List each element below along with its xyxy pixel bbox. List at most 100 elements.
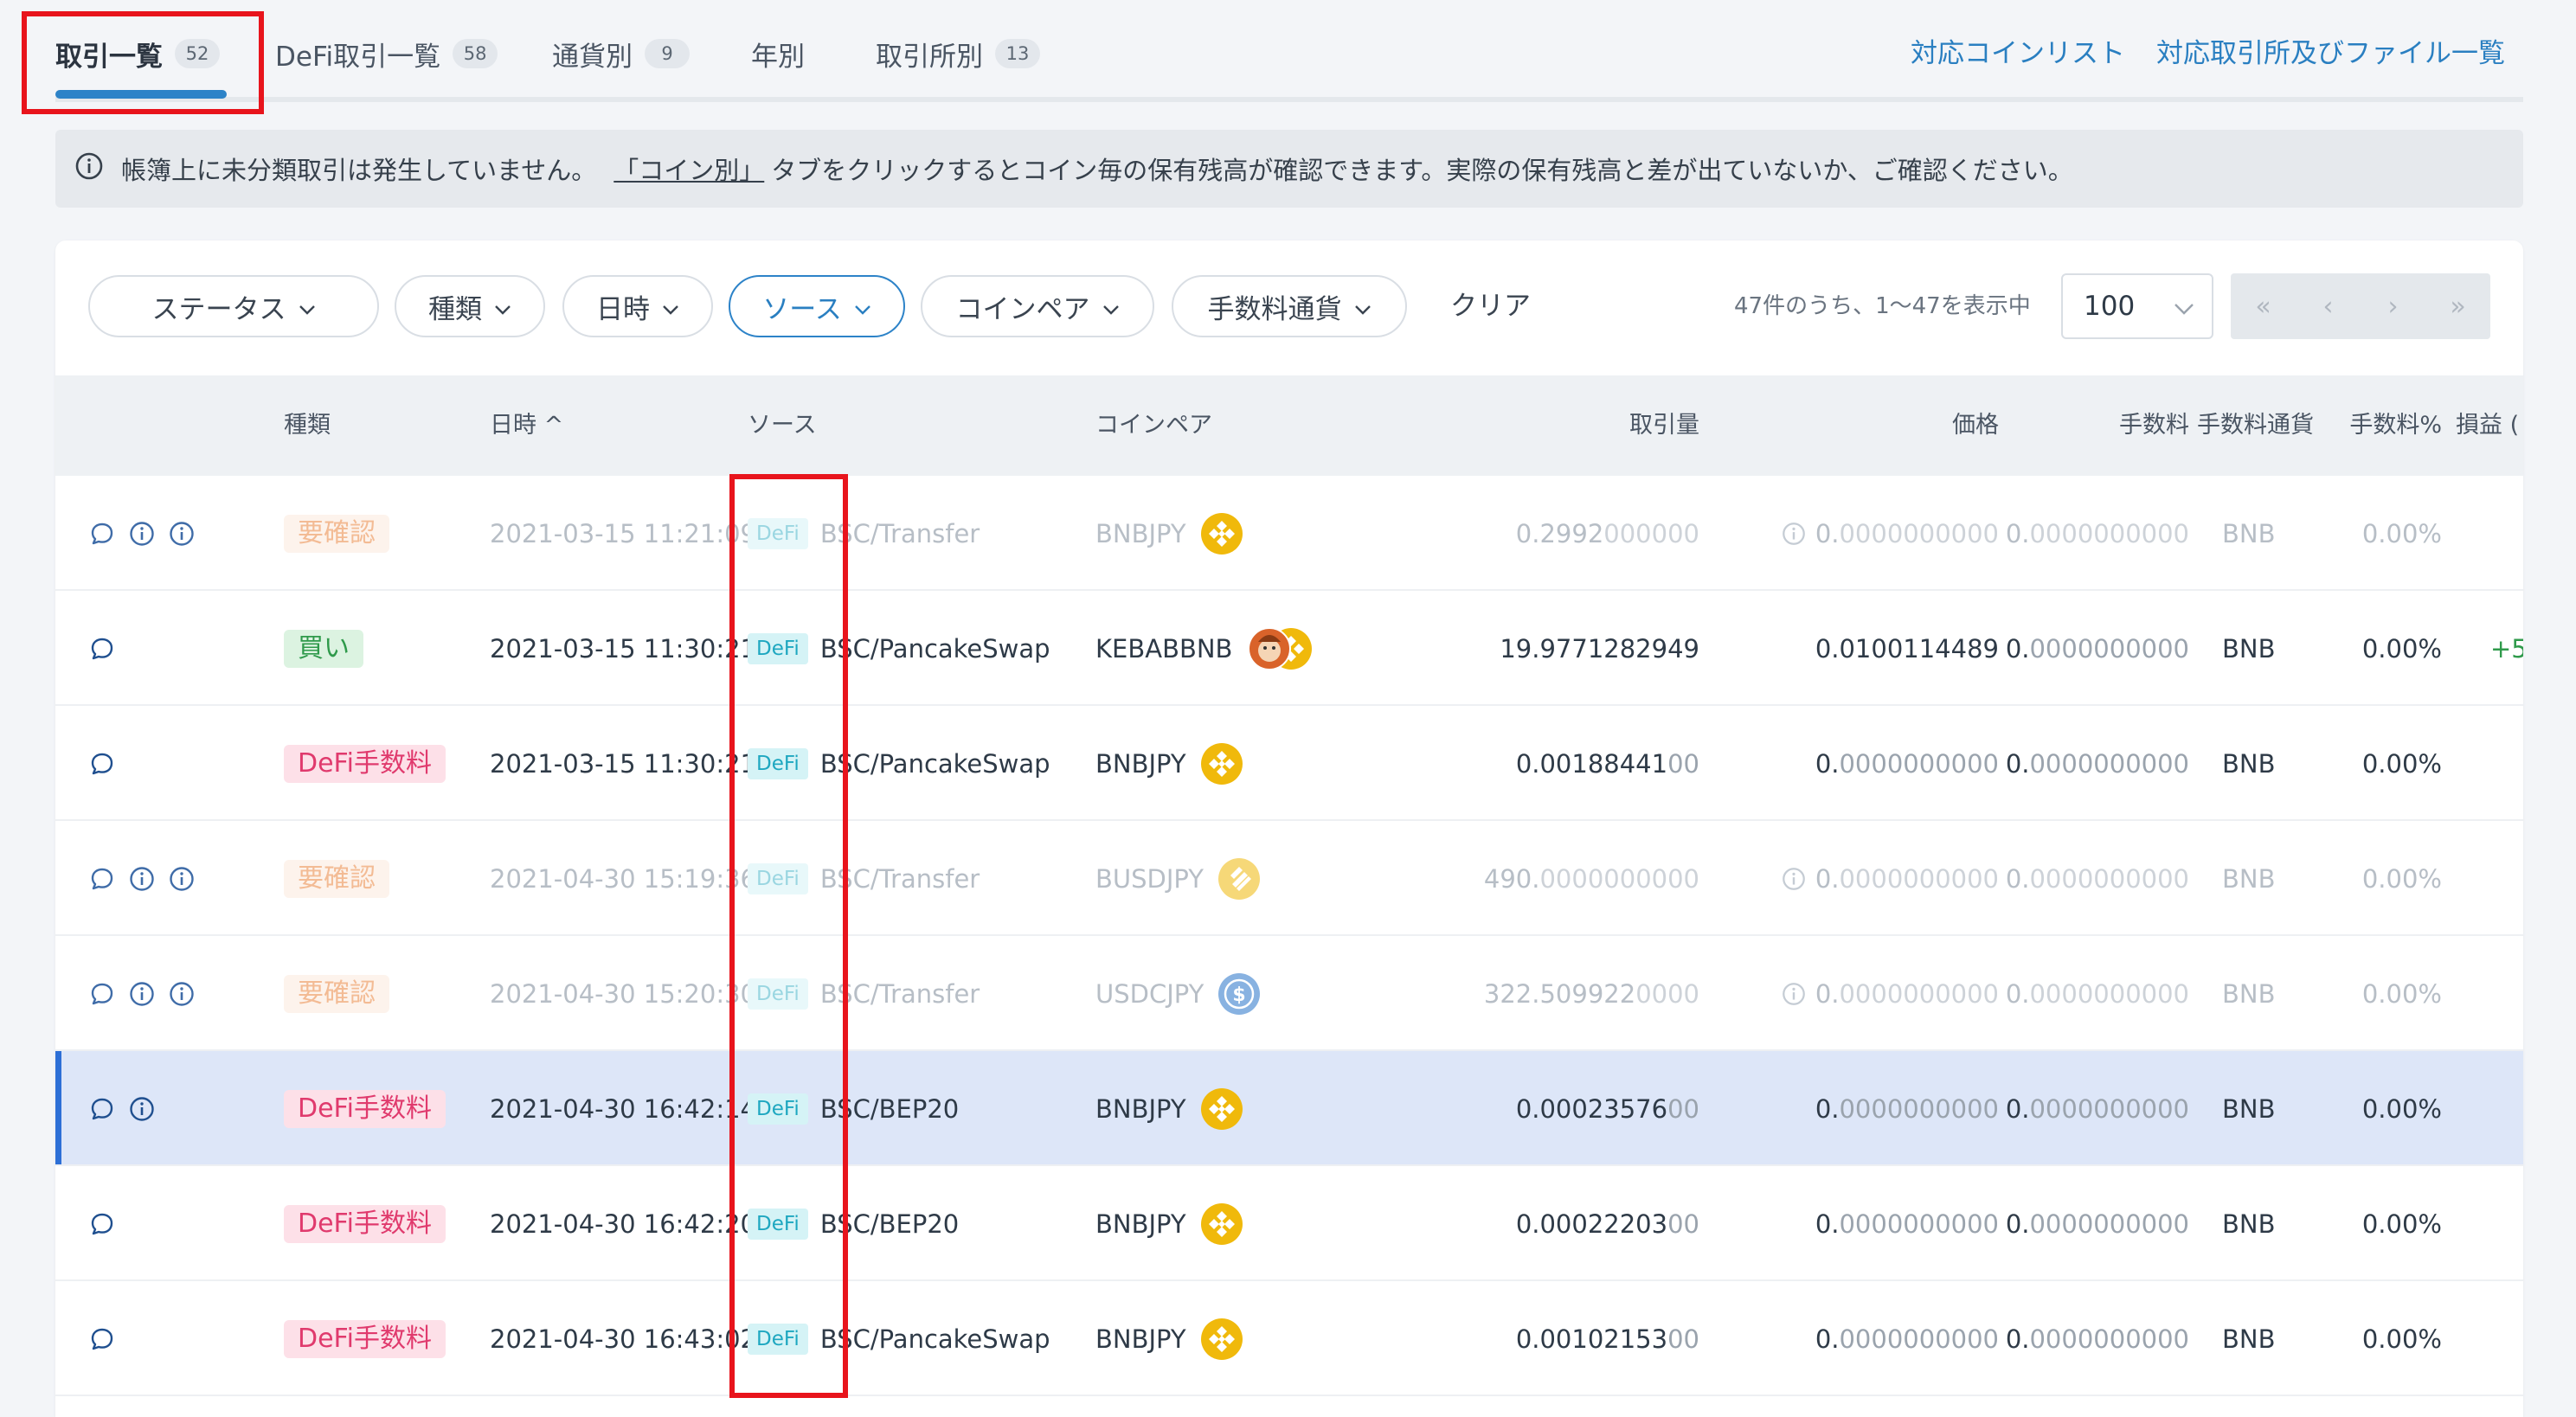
tab-count-badge: 52	[175, 39, 220, 68]
table-row-selected[interactable]: DeFi手数料 2021-04-30 16:42:14 DeFi BSC/BEP…	[55, 1051, 2523, 1166]
comment-icon[interactable]	[88, 1325, 116, 1353]
fee-currency-filter[interactable]: 手数料通貨	[1172, 275, 1407, 337]
bnb-coin-icon	[1200, 1202, 1243, 1246]
info-icon[interactable]	[128, 520, 156, 548]
type-filter[interactable]: 種類	[395, 275, 545, 337]
clear-filters-button[interactable]: クリア	[1450, 275, 1531, 337]
tab-label: 取引所別	[876, 41, 983, 73]
row-actions	[88, 821, 196, 936]
pair-text: BNBJPY	[1095, 1324, 1186, 1354]
amount-digits: 0.00188441	[1515, 748, 1668, 779]
row-datetime: 2021-03-15 11:30:21	[490, 748, 756, 779]
row-actions	[88, 936, 196, 1051]
price-trailing-zeros: 0000000000	[1839, 1093, 1999, 1124]
table-row[interactable]: 買い 2021-03-15 11:30:21 DeFi BSC/PancakeS…	[55, 591, 2523, 706]
bnb-coin-icon	[1200, 1318, 1243, 1361]
tab-transactions[interactable]: 取引一覧 52	[55, 31, 220, 76]
comment-icon[interactable]	[88, 1095, 116, 1123]
tab-by-year[interactable]: 年別	[751, 31, 805, 76]
price-digits: 0.0100114489	[1815, 633, 1999, 664]
row-type: 要確認	[284, 936, 389, 1051]
row-datetime: 2021-03-15 11:30:21	[490, 633, 756, 664]
comment-icon[interactable]	[88, 520, 116, 548]
source-filter[interactable]: ソース	[729, 275, 905, 337]
source-text: BSC/Transfer	[819, 863, 980, 894]
tab-by-currency[interactable]: 通貨別 9	[552, 31, 690, 76]
tab-by-exchange[interactable]: 取引所別 13	[876, 31, 1040, 76]
row-fee: 0. 0000000000	[2006, 1281, 2189, 1396]
col-fee-currency[interactable]: 手数料通貨	[2167, 375, 2314, 476]
fee-trailing-zeros: 0000000000	[2029, 1209, 2189, 1239]
info-icon[interactable]	[168, 865, 196, 893]
price-info-icon[interactable]	[1781, 521, 1807, 547]
last-page-button[interactable]: »	[2425, 273, 2490, 339]
active-tab-indicator	[55, 90, 227, 99]
price-info-icon[interactable]	[1781, 866, 1807, 892]
row-type: 要確認	[284, 821, 389, 936]
row-actions	[88, 706, 116, 821]
col-amount[interactable]: 取引量	[1544, 375, 1699, 476]
fee-digits: 0.	[2005, 1093, 2030, 1124]
row-coinpair: BNBJPY	[1095, 1051, 1243, 1166]
table-row[interactable]: 要確認 2021-04-30 15:20:30 DeFi BSC/Transfe…	[55, 936, 2523, 1051]
comment-icon[interactable]	[88, 1210, 116, 1238]
price-digits: 0.	[1815, 1209, 1840, 1239]
col-coinpair[interactable]: コインペア	[1095, 375, 1212, 476]
info-icon[interactable]	[128, 980, 156, 1008]
info-icon[interactable]	[128, 1095, 156, 1123]
pair-text: BNBJPY	[1095, 1093, 1186, 1124]
amount-digits: 0.00023576	[1515, 1093, 1668, 1124]
fee-trailing-zeros: 0000000000	[2029, 1093, 2189, 1124]
supported-coin-list-link[interactable]: 対応コインリスト	[1911, 31, 2125, 76]
coin-tab-link[interactable]: 「コイン別」	[613, 151, 764, 187]
row-type: DeFi手数料	[284, 1166, 446, 1281]
row-price: 0. 0000000000	[1717, 706, 1999, 821]
chevron-down-icon	[662, 291, 679, 322]
table-row[interactable]: DeFi手数料 2021-04-30 16:43:02 DeFi BSC/Pan…	[55, 1281, 2523, 1396]
status-filter[interactable]: ステータス	[88, 275, 379, 337]
col-type[interactable]: 種類	[284, 375, 331, 476]
amount-trailing-zeros: 00	[1667, 1324, 1699, 1354]
chevron-down-icon	[854, 291, 871, 322]
col-source[interactable]: ソース	[748, 375, 817, 476]
row-datetime: 2021-03-15 11:21:09	[490, 518, 756, 548]
tab-count-badge: 13	[995, 39, 1040, 68]
supported-exchange-file-list-link[interactable]: 対応取引所及びファイル一覧	[2156, 31, 2505, 76]
coinpair-filter[interactable]: コインペア	[921, 275, 1154, 337]
fee-digits: 0.	[2005, 518, 2030, 548]
per-page-select[interactable]: 100	[2061, 273, 2213, 339]
comment-icon[interactable]	[88, 865, 116, 893]
comment-icon[interactable]	[88, 635, 116, 663]
pagination-controls: « ‹ › »	[2231, 273, 2490, 339]
col-fee-pct[interactable]: 手数料%	[2324, 375, 2442, 476]
info-icon[interactable]	[128, 865, 156, 893]
first-page-button[interactable]: «	[2231, 273, 2296, 339]
info-icon[interactable]	[168, 520, 196, 548]
col-pl[interactable]: 損益 (	[2456, 375, 2519, 476]
price-trailing-zeros: 0000000000	[1839, 518, 1999, 548]
table-row[interactable]: DeFi手数料 2021-04-30 16:42:20 DeFi BSC/BEP…	[55, 1166, 2523, 1281]
notice-text: 帳簿上に未分類取引は発生していません。	[121, 156, 597, 185]
prev-page-button[interactable]: ‹	[2296, 273, 2361, 339]
comment-icon[interactable]	[88, 750, 116, 778]
price-info-icon[interactable]	[1781, 981, 1807, 1007]
info-icon[interactable]	[168, 980, 196, 1008]
row-type: 要確認	[284, 476, 389, 591]
table-row[interactable]: 要確認 2021-03-15 11:21:09 DeFi BSC/Transfe…	[55, 476, 2523, 591]
comment-icon[interactable]	[88, 980, 116, 1008]
next-page-button[interactable]: ›	[2361, 273, 2425, 339]
row-datetime: 2021-04-30 16:42:14	[490, 1093, 756, 1124]
row-datetime: 2021-04-30 16:43:02	[490, 1324, 756, 1354]
tab-defi-transactions[interactable]: DeFi取引一覧 58	[275, 31, 498, 76]
chevron-down-icon	[299, 291, 316, 322]
source-text: BSC/BEP20	[819, 1209, 960, 1239]
table-row[interactable]: 要確認 2021-04-30 15:19:36 DeFi BSC/Transfe…	[55, 821, 2523, 936]
row-fee-pct: 0.00%	[2361, 1209, 2442, 1239]
source-text: BSC/PancakeSwap	[819, 633, 1050, 664]
col-price[interactable]: 価格	[1855, 375, 1999, 476]
table-row[interactable]: DeFi手数料 2021-03-15 11:30:21 DeFi BSC/Pan…	[55, 706, 2523, 821]
datetime-filter[interactable]: 日時	[562, 275, 713, 337]
col-datetime[interactable]: 日時 ^	[490, 375, 563, 476]
row-fee-pct: 0.00%	[2361, 863, 2442, 894]
bnb-coin-icon	[1200, 742, 1243, 785]
